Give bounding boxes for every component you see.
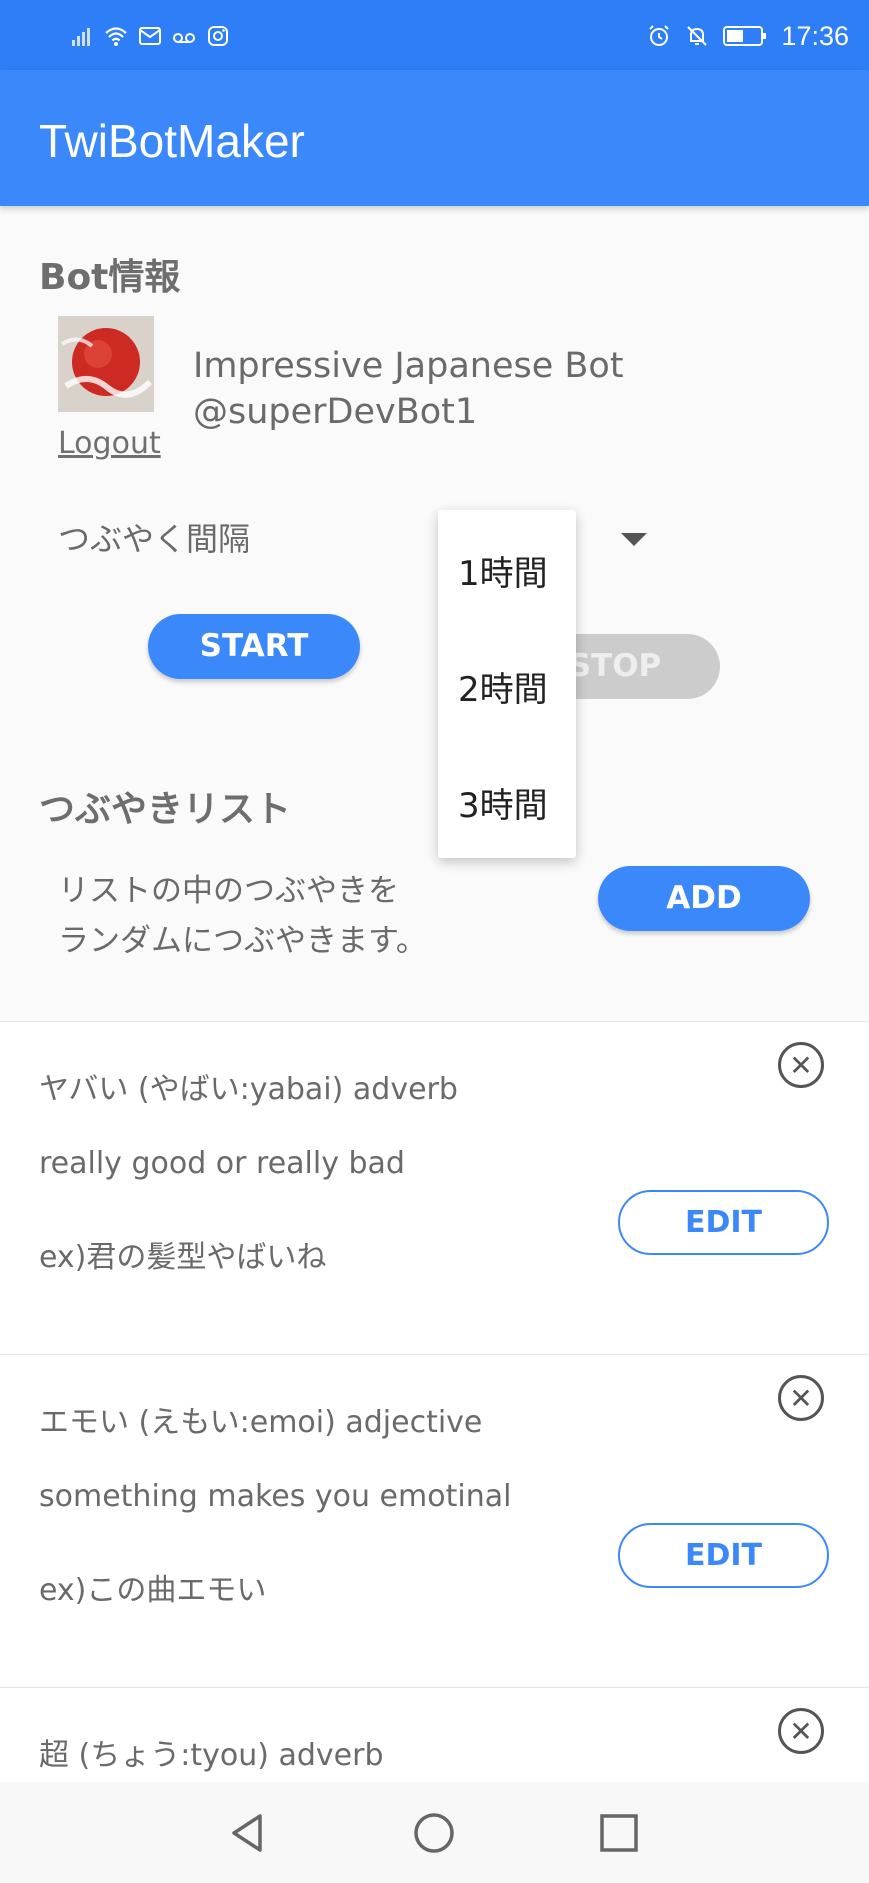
tweet-word: ヤバい (やばい:yabai) adverb	[39, 1072, 458, 1107]
bot-avatar[interactable]	[58, 316, 154, 412]
bot-profile: Impressive Japanese Bot @superDevBot1	[193, 343, 624, 435]
bot-name: Impressive Japanese Bot	[193, 346, 624, 386]
clock-time: 17:36	[781, 20, 849, 51]
back-icon[interactable]	[226, 1810, 272, 1856]
tweet-example: ex)君の髪型やばいね	[39, 1240, 327, 1275]
avatar-image	[58, 316, 154, 412]
tweet-list-description: リストの中のつぶやきを ランダムにつぶやきます。	[58, 866, 427, 966]
interval-dropdown-menu: 1時間 2時間 3時間	[438, 510, 576, 858]
status-bar: 17:36	[0, 0, 869, 70]
delete-tweet-close-icon[interactable]: ✕	[778, 1708, 824, 1754]
interval-option-1h[interactable]: 1時間	[458, 546, 548, 595]
interval-label: つぶやく間隔	[58, 520, 251, 558]
tweet-word: 超 (ちょう:tyou) adverb	[39, 1738, 384, 1773]
recents-icon[interactable]	[596, 1810, 642, 1856]
battery-icon	[723, 26, 767, 46]
logout-link[interactable]: Logout	[58, 426, 161, 461]
add-button[interactable]: ADD	[598, 866, 810, 931]
description-line-1: リストの中のつぶやきを	[58, 873, 399, 909]
delete-tweet-close-icon[interactable]: ✕	[778, 1375, 824, 1421]
tweet-meaning: really good or really bad	[39, 1146, 405, 1181]
tweet-word: エモい (えもい:emoi) adjective	[39, 1405, 483, 1440]
tweet-meaning: something makes you emotinal	[39, 1479, 512, 1514]
tweet-example: ex)この曲エモい	[39, 1573, 267, 1608]
description-line-2: ランダムにつぶやきます。	[58, 923, 427, 959]
signal-icon	[72, 28, 90, 46]
notifications-off-icon	[687, 26, 708, 46]
voicemail-icon	[173, 33, 195, 43]
wifi-icon	[105, 27, 127, 46]
start-button[interactable]: START	[148, 614, 360, 679]
tweet-list-heading: つぶやきリスト	[39, 789, 292, 830]
navigation-bar	[0, 1782, 869, 1883]
bot-info-heading: Bot情報	[39, 257, 181, 298]
mail-icon	[139, 27, 161, 45]
edit-tweet-button[interactable]: EDIT	[618, 1523, 829, 1588]
instagram-icon	[208, 26, 228, 46]
home-icon[interactable]	[411, 1810, 457, 1856]
dropdown-arrow-icon[interactable]	[621, 533, 647, 546]
bot-handle: @superDevBot1	[193, 392, 478, 432]
status-right-icons: 17:36	[647, 20, 849, 52]
tweet-card: 超 (ちょう:tyou) adverb ✕	[0, 1687, 869, 1787]
status-left-icons	[70, 20, 230, 52]
app-title: TwiBotMaker	[39, 115, 305, 167]
interval-option-3h[interactable]: 3時間	[458, 778, 548, 827]
app-bar: TwiBotMaker	[0, 70, 869, 206]
delete-tweet-close-icon[interactable]: ✕	[778, 1042, 824, 1088]
tweet-card: エモい (えもい:emoi) adjective something makes…	[0, 1354, 869, 1686]
tweet-card: ヤバい (やばい:yabai) adverb really good or re…	[0, 1021, 869, 1353]
alarm-icon	[649, 25, 670, 46]
edit-tweet-button[interactable]: EDIT	[618, 1190, 829, 1255]
interval-option-2h[interactable]: 2時間	[458, 662, 548, 711]
